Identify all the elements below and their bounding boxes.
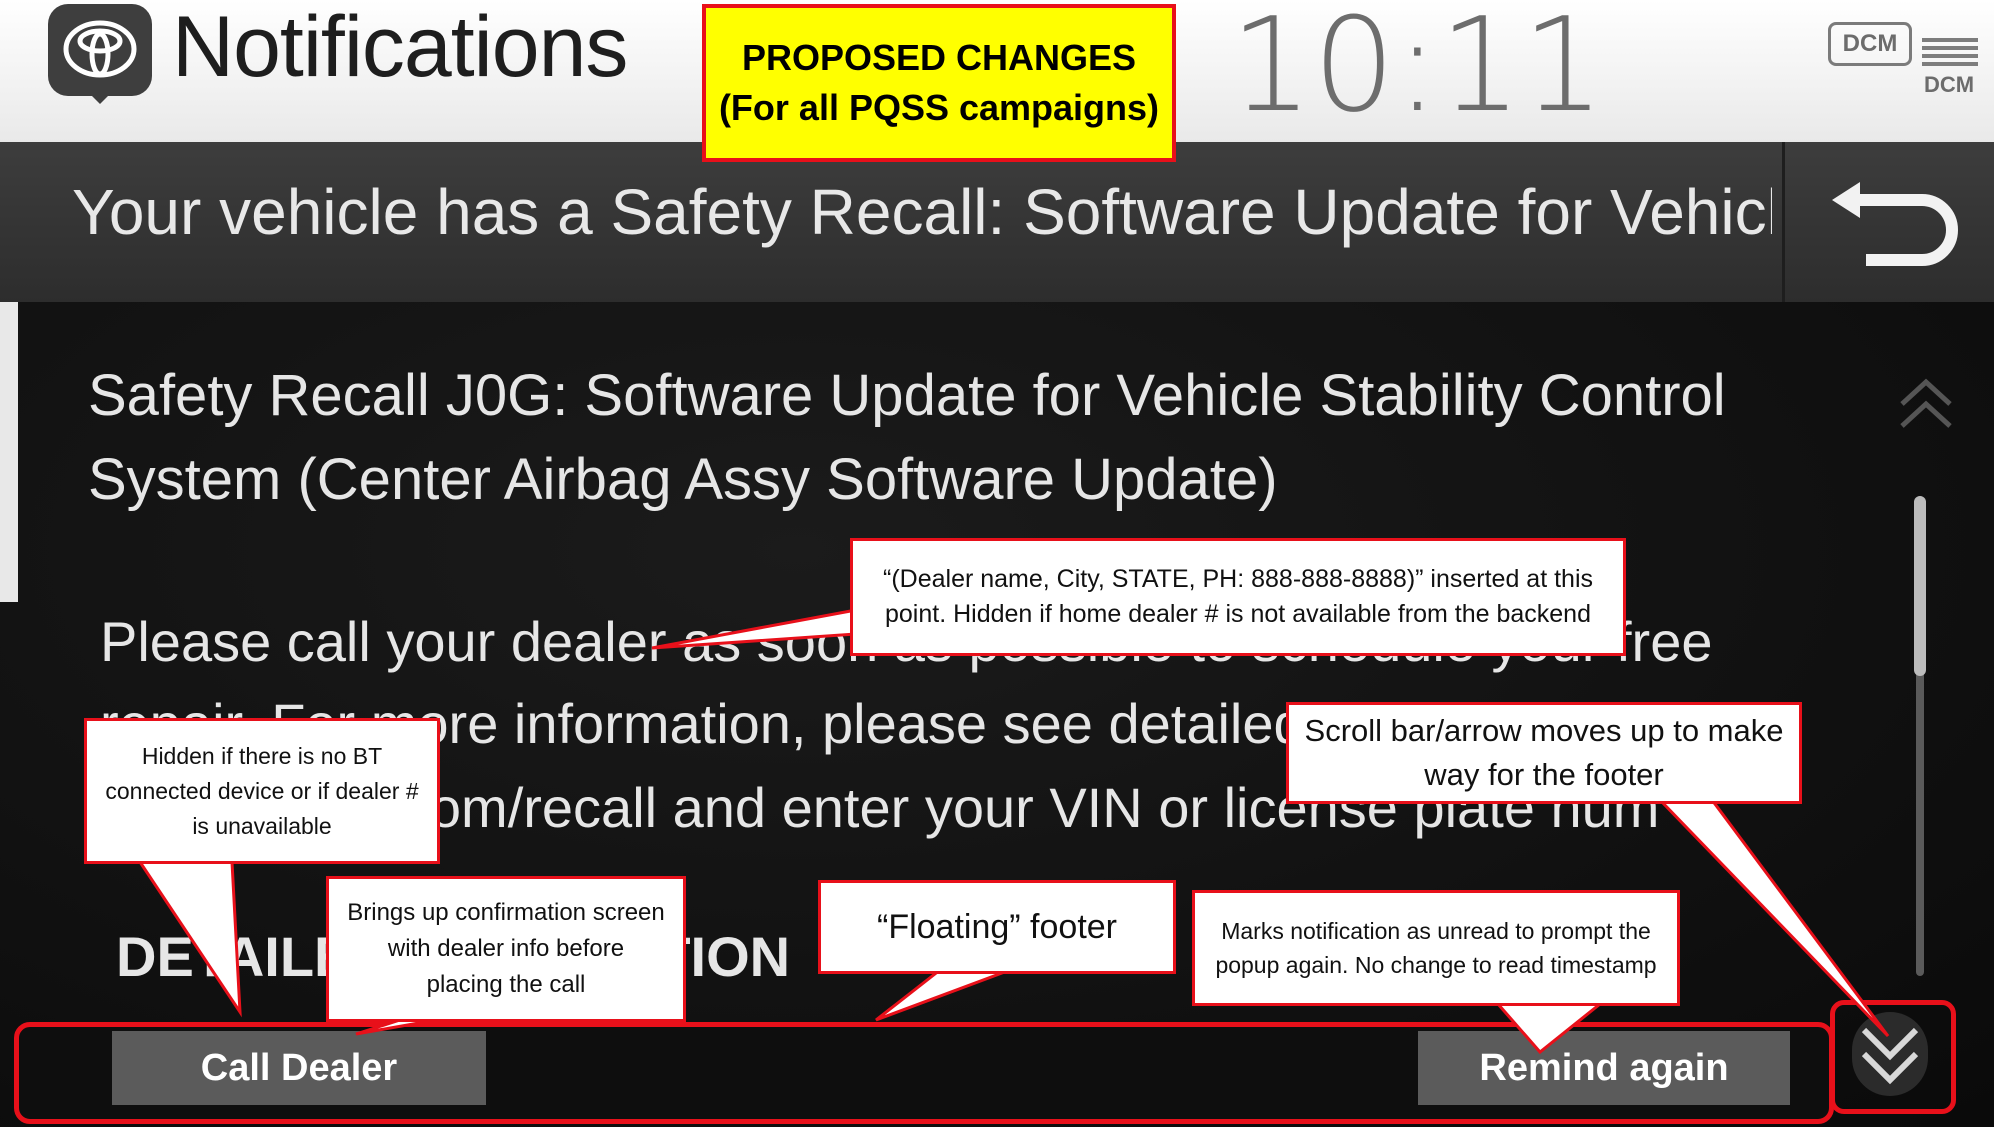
hidden-no-bt-callout: Hidden if there is no BT connected devic… [84, 718, 440, 864]
proposed-changes-banner: PROPOSED CHANGES (For all PQSS campaigns… [702, 4, 1176, 162]
confirmation-callout: Brings up confirmation screen with deale… [326, 876, 686, 1022]
pointer-confirmation [355, 1018, 437, 1036]
callout-text: Scroll bar/arrow moves up to make way fo… [1304, 713, 1784, 792]
mark-unread-callout: Marks notification as unread to prompt t… [1192, 890, 1680, 1006]
pointer-dealer-insert [651, 608, 858, 650]
callout-text: “Floating” footer [877, 907, 1117, 946]
dealer-insert-callout: “(Dealer name, City, STATE, PH: 888-888-… [850, 538, 1626, 656]
screen: Notifications 10:11 DCM DCM Your vehicle… [0, 0, 1994, 1127]
pointer-scroll-bar [1656, 798, 1890, 1038]
pointer-mark-unread [1494, 1002, 1605, 1055]
floating-footer-callout: “Floating” footer [818, 880, 1176, 974]
scroll-bar-callout: Scroll bar/arrow moves up to make way fo… [1286, 702, 1802, 804]
pointer-hidden-no-bt [137, 860, 242, 1018]
callout-text: Hidden if there is no BT connected devic… [105, 742, 419, 839]
callout-text: Marks notification as unread to prompt t… [1215, 918, 1657, 978]
callout-text: “(Dealer name, City, STATE, PH: 888-888-… [883, 565, 1593, 628]
callout-text: Brings up confirmation screen with deale… [347, 899, 665, 998]
pointer-floating-footer [875, 968, 1011, 1022]
